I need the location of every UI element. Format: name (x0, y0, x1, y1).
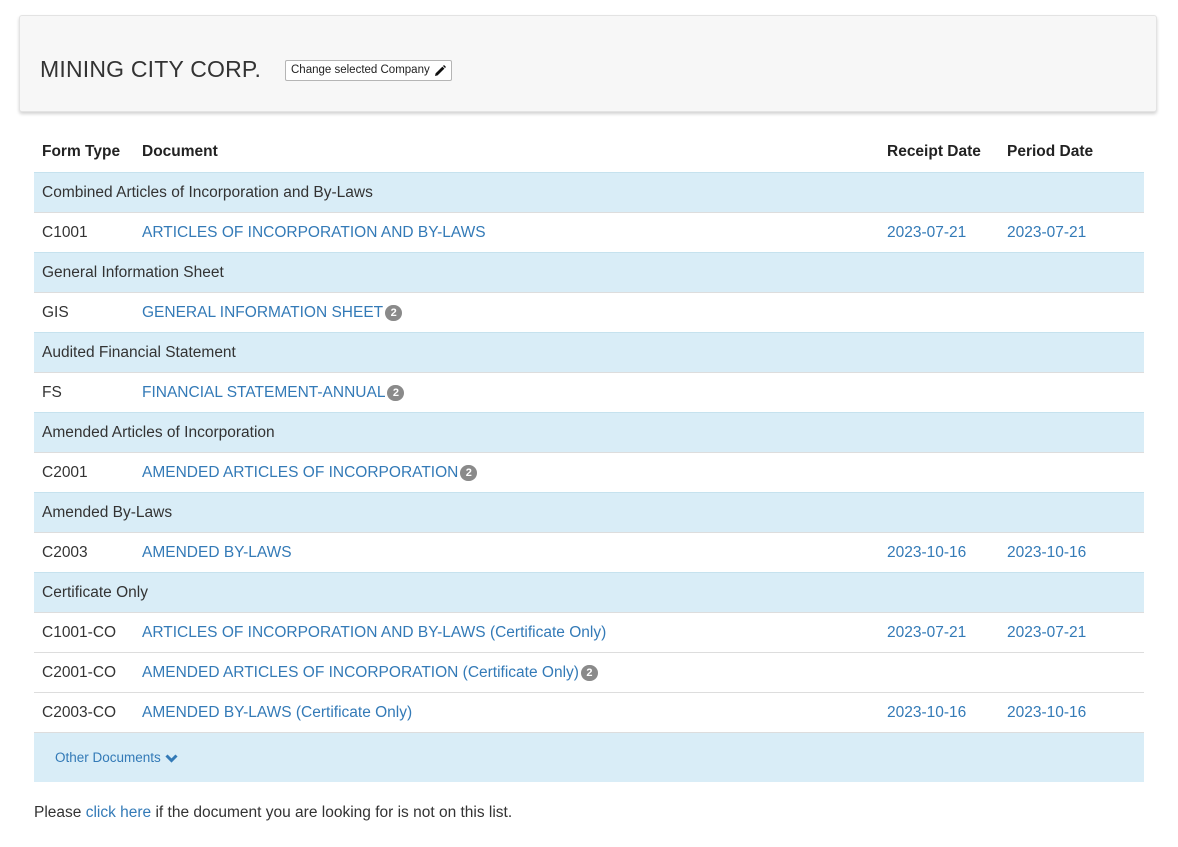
document-link[interactable]: AMENDED ARTICLES OF INCORPORATION (Certi… (142, 664, 579, 681)
period-date-link[interactable]: 2023-07-21 (1007, 623, 1086, 643)
document-link[interactable]: ARTICLES OF INCORPORATION AND BY-LAWS (142, 224, 486, 241)
receipt-date-link[interactable]: 2023-10-16 (887, 543, 966, 563)
table-row: C2003-CO AMENDED BY-LAWS (Certificate Onl… (34, 692, 1144, 732)
group-title: Certificate Only (42, 584, 148, 601)
receipt-date-link[interactable]: 2023-07-21 (887, 623, 966, 643)
document-link[interactable]: AMENDED BY-LAWS (Certificate Only) (142, 704, 412, 721)
count-badge: 2 (385, 305, 403, 321)
chevron-down-icon (165, 753, 178, 763)
count-badge: 2 (580, 665, 598, 681)
form-type-cell: GIS (42, 304, 69, 321)
table-row: GIS GENERAL INFORMATION SHEET 2 (34, 292, 1144, 332)
change-company-label: Change selected Company (291, 64, 430, 76)
document-link[interactable]: AMENDED BY-LAWS (142, 544, 292, 561)
group-header-row: Amended By-Laws (34, 492, 1144, 532)
form-type-cell: C2001 (42, 464, 88, 481)
document-link[interactable]: FINANCIAL STATEMENT-ANNUAL (142, 384, 385, 401)
count-badge: 2 (387, 385, 405, 401)
company-panel: MINING CITY CORP. Change selected Compan… (19, 15, 1157, 112)
form-type-cell: C1001 (42, 224, 88, 241)
document-cell: ARTICLES OF INCORPORATION AND BY-LAWS (C… (142, 623, 606, 643)
header-form-type: Form Type (42, 143, 121, 160)
group-title: Amended By-Laws (42, 504, 173, 521)
group-title: Combined Articles of Incorporation and B… (42, 184, 373, 201)
group-title: General Information Sheet (42, 264, 224, 281)
document-cell: AMENDED BY-LAWS (142, 543, 292, 563)
click-here-link[interactable]: click here (86, 804, 151, 821)
group-header-row: Amended Articles of Incorporation (34, 412, 1144, 452)
count-badge: 2 (460, 465, 478, 481)
group-header-row: Audited Financial Statement (34, 332, 1144, 372)
document-link[interactable]: AMENDED ARTICLES OF INCORPORATION (142, 464, 458, 481)
document-link[interactable]: ARTICLES OF INCORPORATION AND BY-LAWS (C… (142, 624, 606, 641)
period-date-link[interactable]: 2023-07-21 (1007, 223, 1086, 243)
group-title: Amended Articles of Incorporation (42, 424, 275, 441)
document-cell: FINANCIAL STATEMENT-ANNUAL 2 (142, 383, 405, 403)
form-type-cell: C1001-CO (42, 624, 117, 641)
table-row: C2003 AMENDED BY-LAWS 2023-10-16 2023-10-16 (34, 532, 1144, 572)
table-row: FS FINANCIAL STATEMENT-ANNUAL 2 (34, 372, 1144, 412)
period-date-link[interactable]: 2023-10-16 (1007, 703, 1086, 723)
footer-suffix: if the document you are looking for is n… (151, 804, 513, 821)
company-name: MINING CITY CORP. (40, 56, 262, 82)
form-type-cell: C2001-CO (42, 664, 117, 681)
group-header-row: Certificate Only (34, 572, 1144, 612)
header-receipt-date: Receipt Date (887, 143, 981, 160)
table-header: Form Type Document Receipt Date Period D… (34, 132, 1144, 174)
receipt-date-link[interactable]: 2023-10-16 (887, 703, 966, 723)
document-cell: AMENDED ARTICLES OF INCORPORATION 2 (142, 463, 478, 483)
document-cell: AMENDED BY-LAWS (Certificate Only) (142, 703, 412, 723)
document-cell: GENERAL INFORMATION SHEET 2 (142, 303, 403, 323)
footer-prefix: Please (34, 804, 86, 821)
form-type-cell: C2003 (42, 544, 88, 561)
header-document: Document (142, 143, 218, 160)
table-row: C2001 AMENDED ARTICLES OF INCORPORATION 2 (34, 452, 1144, 492)
pencil-icon (434, 64, 446, 76)
documents-table: Form Type Document Receipt Date Period D… (34, 132, 1144, 782)
other-documents-row[interactable]: Other Documents (34, 732, 1144, 782)
form-type-cell: FS (42, 384, 62, 401)
form-type-cell: C2003-CO (42, 704, 117, 721)
period-date-link[interactable]: 2023-10-16 (1007, 543, 1086, 563)
table-row: C1001-CO ARTICLES OF INCORPORATION AND BY… (34, 612, 1144, 652)
change-company-button[interactable]: Change selected Company (285, 60, 452, 81)
group-header-row: General Information Sheet (34, 252, 1144, 292)
group-title: Audited Financial Statement (42, 344, 236, 361)
header-period-date: Period Date (1007, 143, 1094, 160)
document-link[interactable]: GENERAL INFORMATION SHEET (142, 304, 383, 321)
table-row: C1001 ARTICLES OF INCORPORATION AND BY-LA… (34, 212, 1144, 252)
table-row: C2001-CO AMENDED ARTICLES OF INCORPORATIO… (34, 652, 1144, 692)
group-header-row: Combined Articles of Incorporation and B… (34, 172, 1144, 212)
other-documents-toggle[interactable]: Other Documents (55, 748, 178, 768)
other-documents-label: Other Documents (55, 750, 161, 765)
document-cell: AMENDED ARTICLES OF INCORPORATION (Certi… (142, 663, 598, 683)
receipt-date-link[interactable]: 2023-07-21 (887, 223, 966, 243)
footer-note: Please click here if the document you ar… (34, 803, 512, 823)
table-body: Combined Articles of Incorporation and B… (34, 172, 1144, 732)
document-cell: ARTICLES OF INCORPORATION AND BY-LAWS (142, 223, 486, 243)
